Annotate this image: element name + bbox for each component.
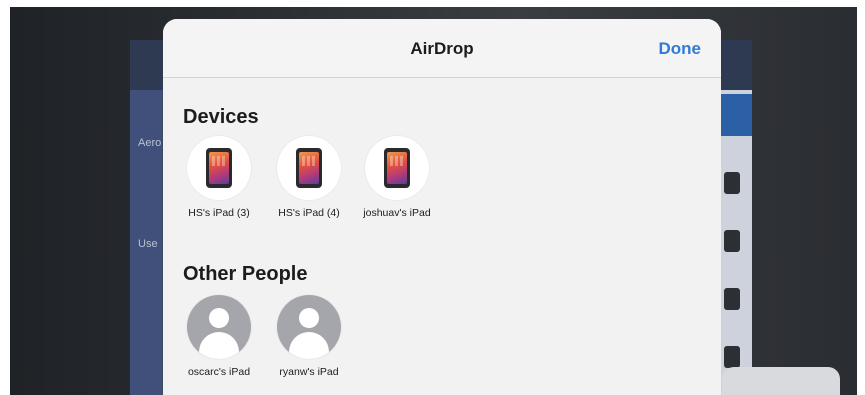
person-label: oscarc's iPad <box>187 366 251 378</box>
person-tile[interactable]: ryanw's iPad <box>269 295 349 378</box>
device-avatar <box>365 136 429 200</box>
device-label: HS's iPad (4) <box>278 207 340 219</box>
done-button[interactable]: Done <box>659 39 702 59</box>
ipad-icon <box>206 148 232 188</box>
background-control <box>724 288 740 310</box>
person-avatar-icon <box>187 295 251 359</box>
background-label-1: Aero <box>138 137 162 149</box>
devices-section-title: Devices <box>183 106 259 128</box>
ipad-icon <box>384 148 410 188</box>
ipad-icon <box>296 148 322 188</box>
device-avatar <box>277 136 341 200</box>
background-sidebar: Aero Use <box>130 90 162 395</box>
device-label: HS's iPad (3) <box>188 207 250 219</box>
sheet-header: AirDrop Done <box>163 19 721 78</box>
sheet-title: AirDrop <box>410 39 474 58</box>
person-label: ryanw's iPad <box>279 366 339 378</box>
device-avatar <box>187 136 251 200</box>
background-control <box>724 346 740 368</box>
background-card <box>722 367 840 395</box>
device-tile[interactable]: joshuav's iPad <box>357 136 437 219</box>
device-tile[interactable]: HS's iPad (3) <box>179 136 259 219</box>
background-control <box>724 172 740 194</box>
other-people-section-title: Other People <box>183 263 308 285</box>
person-tile[interactable]: oscarc's iPad <box>179 295 259 378</box>
background-control <box>724 230 740 252</box>
background-label-2: Use <box>138 238 158 250</box>
device-label: joshuav's iPad <box>363 207 431 219</box>
person-avatar-icon <box>277 295 341 359</box>
airdrop-sheet: AirDrop Done Devices HS's iPad (3) HS's … <box>163 19 721 395</box>
device-tile[interactable]: HS's iPad (4) <box>269 136 349 219</box>
